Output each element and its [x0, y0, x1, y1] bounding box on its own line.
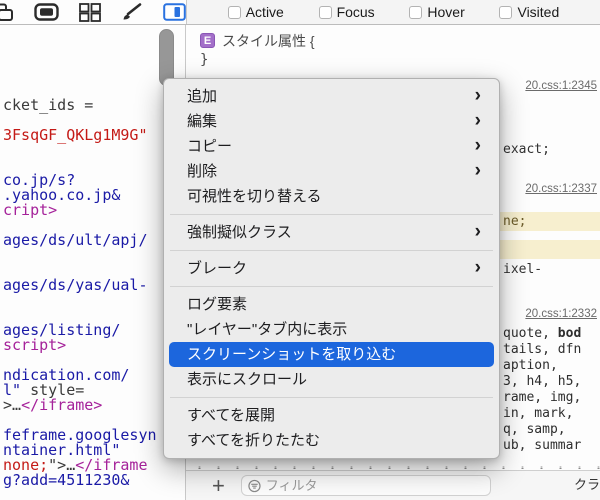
grid-layout-icon[interactable] [79, 2, 101, 22]
checkbox-icon[interactable] [499, 5, 513, 19]
code-line: ages/ds/yas/ual- [3, 276, 148, 294]
menu-item-label: 削除 [187, 163, 218, 180]
menu-item-label: スクリーンショットを取り込む [187, 346, 397, 363]
styles-bottom-bar: + クラ [186, 470, 600, 500]
device-orientation-icon[interactable] [0, 3, 14, 22]
checkbox-icon[interactable] [409, 5, 423, 19]
code-line: script> [3, 336, 67, 354]
pseudo-class-checkboxes: Active Focus Hover Visited [186, 0, 600, 24]
checkbox-label: Focus [336, 4, 375, 20]
toolbar-icon-strip [0, 0, 186, 24]
submenu-arrow-icon: › [474, 85, 481, 106]
sidebar-toggle-icon[interactable] [163, 3, 186, 21]
menu-item[interactable]: 可視性を切り替える [169, 184, 494, 209]
menu-item[interactable]: ログ要素 [169, 292, 494, 317]
selector-line: 3, h4, h5, [503, 374, 582, 389]
css-source-link[interactable]: 20.css:1:2332 [525, 308, 597, 320]
source-code-panel[interactable]: cket_ids = 3FsqGF_QKLg1M9G" co.jp/s? .yahoo… [0, 25, 186, 500]
menu-separator [170, 286, 493, 287]
selector-line: aption, [503, 358, 558, 373]
menu-item[interactable]: 追加 › [169, 84, 494, 109]
code-line: 3FsqGF_QKLg1M9G" [3, 126, 148, 144]
menu-item-label: 可視性を切り替える [187, 188, 322, 205]
menu-item-label: ログ要素 [187, 296, 248, 313]
style-rule-close-brace: } [200, 52, 209, 68]
paintbrush-icon[interactable] [121, 3, 143, 21]
css-source-link[interactable]: 20.css:1:2345 [525, 80, 597, 92]
code-line: >…</iframe> [3, 396, 103, 414]
menu-item-label: すべてを展開 [187, 407, 276, 424]
style-attribute-title[interactable]: スタイル属性 { [222, 31, 315, 51]
checkbox-label: Active [245, 4, 284, 20]
dotted-divider [186, 466, 600, 469]
menu-item[interactable]: すべてを展開 [169, 403, 494, 428]
filter-icon [248, 479, 261, 492]
pseudo-checkbox-hover[interactable]: Hover [409, 4, 465, 20]
pseudo-checkbox-active[interactable]: Active [227, 4, 284, 20]
pseudo-checkbox-visited[interactable]: Visited [499, 4, 559, 20]
selector-line: tails, dfn [503, 342, 582, 357]
menu-item-label: すべてを折りたたむ [187, 432, 321, 449]
classes-toggle-label[interactable]: クラ [574, 474, 600, 493]
selector-lines: quote, bod tails, dfn aption, 3, h4, h5, ram… [503, 326, 581, 454]
menu-item[interactable]: コピー › [169, 134, 494, 159]
context-menu-items: 追加 › 編集 › コピー › 削除 › 可視性を切り替える 強制擬似クラス › ブレーク › ログ要素 "… [164, 84, 499, 453]
menu-item-label: 編集 [187, 113, 218, 130]
menu-item-label: ブレーク [187, 260, 248, 277]
submenu-arrow-icon: › [474, 160, 481, 181]
menu-item[interactable]: 表示にスクロール [169, 367, 494, 392]
menu-item[interactable]: すべてを折りたたむ [169, 428, 494, 453]
menu-item[interactable]: 強制擬似クラス › [169, 220, 494, 245]
style-rule-header: E スタイル属性 { } [186, 25, 600, 68]
filter-field[interactable] [240, 475, 491, 496]
checkbox-icon[interactable] [318, 5, 332, 19]
checkbox-icon[interactable] [227, 5, 241, 19]
menu-separator [170, 214, 493, 215]
submenu-arrow-icon: › [474, 257, 481, 278]
selector-line: quote, bod [503, 326, 582, 341]
menu-item[interactable]: 削除 › [169, 159, 494, 184]
selector-line: in, mark, [503, 406, 574, 421]
menu-item[interactable]: スクリーンショットを取り込む [169, 342, 494, 367]
menu-separator [170, 250, 493, 251]
inspector-toolbar: Active Focus Hover Visited [0, 0, 600, 25]
code-line: g?add=4511230& [3, 471, 130, 489]
filter-input[interactable] [265, 478, 484, 493]
css-property-fragment[interactable]: ixel- [503, 262, 542, 277]
css-property-fragment[interactable]: exact; [503, 142, 550, 157]
css-property-fragment: ne; [503, 214, 527, 229]
add-rule-button[interactable]: + [212, 473, 225, 499]
selector-line: q, samp, [503, 422, 566, 437]
menu-separator [170, 397, 493, 398]
submenu-arrow-icon: › [474, 110, 481, 131]
selector-line: rame, img, [503, 390, 582, 405]
submenu-arrow-icon: › [474, 135, 481, 156]
element-context-menu: 追加 › 編集 › コピー › 削除 › 可視性を切り替える 強制擬似クラス › ブレーク › ログ要素 "… [163, 78, 500, 459]
code-line: cket_ids = [3, 96, 94, 114]
code-line: cript> [3, 201, 58, 219]
code-lines: cket_ids = 3FsqGF_QKLg1M9G" co.jp/s? .yahoo… [3, 98, 185, 488]
menu-item[interactable]: ブレーク › [169, 256, 494, 281]
element-badge-icon: E [200, 33, 215, 48]
display-icon[interactable] [34, 3, 59, 21]
menu-item-label: 表示にスクロール [187, 371, 308, 388]
checkbox-label: Visited [517, 4, 560, 20]
menu-item[interactable]: "レイヤー"タブ内に表示 [169, 317, 494, 342]
menu-item-label: 追加 [187, 88, 218, 105]
menu-item-label: コピー [187, 138, 233, 155]
css-source-link[interactable]: 20.css:1:2337 [525, 183, 597, 195]
selector-line: ub, summar [503, 438, 582, 453]
menu-item-label: "レイヤー"タブ内に表示 [187, 321, 348, 338]
checkbox-label: Hover [427, 4, 465, 20]
menu-item-label: 強制擬似クラス [187, 224, 292, 241]
submenu-arrow-icon: › [474, 221, 481, 242]
menu-item[interactable]: 編集 › [169, 109, 494, 134]
code-line: ages/ds/ult/apj/ [3, 231, 148, 249]
pseudo-checkbox-focus[interactable]: Focus [318, 4, 375, 20]
